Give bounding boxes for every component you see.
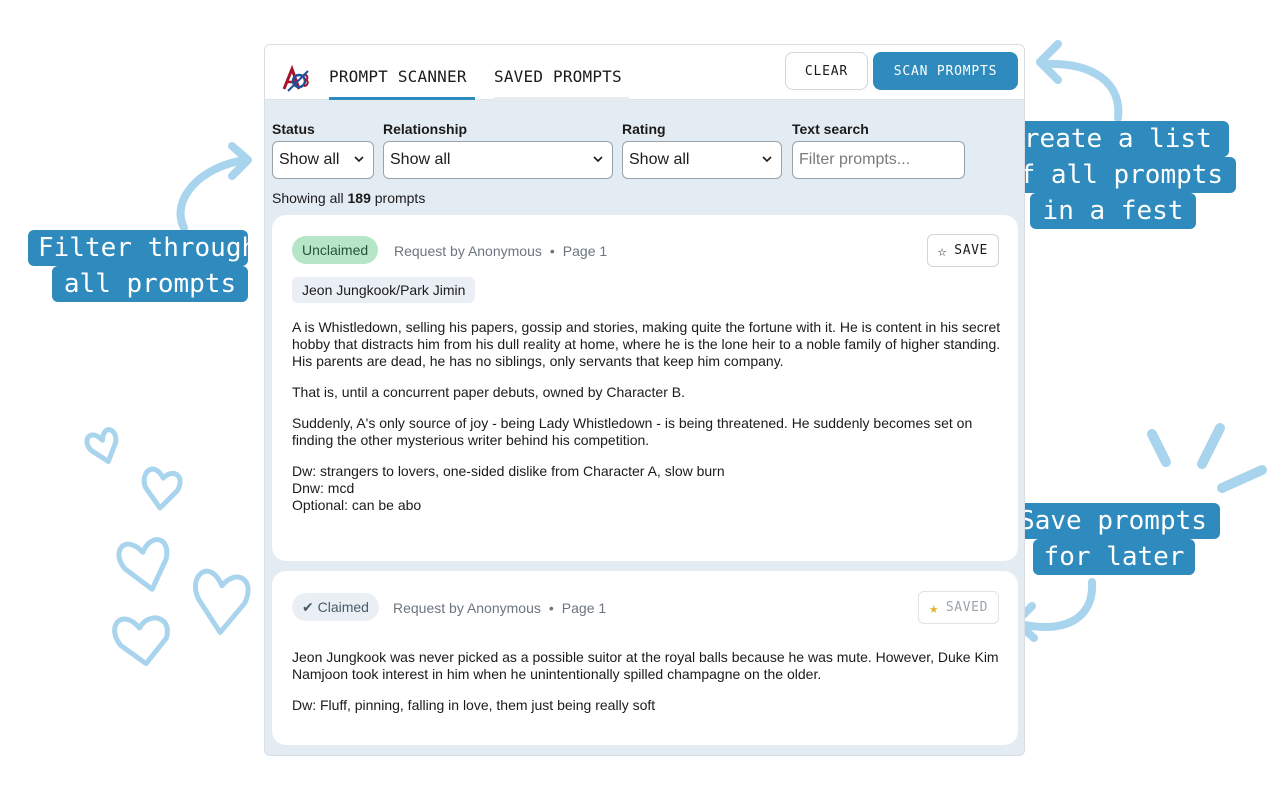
- sparkle-doodle-icon: [1197, 423, 1225, 469]
- save-label: SAVED: [945, 600, 988, 615]
- ao3-logo: [282, 65, 309, 92]
- callout-filter: all prompts: [52, 266, 248, 302]
- count-suffix: prompts: [374, 190, 426, 206]
- top-bar: PROMPT SCANNER SAVED PROMPTS CLEAR SCAN …: [265, 45, 1024, 100]
- relationship-select-value: Show all: [390, 151, 451, 168]
- prompt-paragraph: A is Whistledown, selling his papers, go…: [292, 319, 1001, 369]
- rating-select-value: Show all: [629, 151, 690, 168]
- chevron-down-icon: [762, 156, 772, 163]
- count-prefix: Showing all: [272, 190, 344, 206]
- callout-line: Create a list: [1008, 124, 1212, 154]
- prompt-card: ✔ Claimed Request by Anonymous • Page 1 ★ …: [272, 571, 1018, 745]
- separator-dot: •: [548, 600, 554, 616]
- chevron-down-icon: [593, 156, 603, 163]
- relationship-filter-label: Relationship: [383, 121, 468, 137]
- callout-create: in a fest: [1030, 193, 1196, 229]
- chevron-down-icon: [354, 156, 364, 163]
- relationship-select[interactable]: Show all: [383, 141, 613, 179]
- status-badge: ✔ Claimed: [292, 593, 379, 621]
- scan-prompts-button[interactable]: SCAN PROMPTS: [873, 52, 1018, 90]
- callout-save: for later: [1033, 539, 1195, 575]
- extension-panel: PROMPT SCANNER SAVED PROMPTS CLEAR SCAN …: [264, 44, 1025, 756]
- page-ref: Page 1: [562, 243, 608, 259]
- prompt-paragraph: Jeon Jungkook was never picked as a poss…: [292, 649, 999, 682]
- separator-dot: •: [549, 243, 555, 259]
- page-ref: Page 1: [561, 600, 607, 616]
- callout-line: of all prompts: [1003, 160, 1224, 190]
- count-number: 189: [347, 190, 371, 206]
- requester: Request by Anonymous: [393, 600, 541, 616]
- text-search-input[interactable]: [792, 141, 965, 179]
- heart-doodle-icon: [192, 568, 251, 635]
- rating-filter-label: Rating: [622, 121, 666, 137]
- callout-save: Save prompts: [1006, 503, 1220, 539]
- status-select-value: Show all: [279, 151, 340, 168]
- save-button[interactable]: ☆ SAVE: [926, 234, 999, 267]
- heart-doodle-icon: [141, 466, 183, 511]
- callout-line: for later: [1043, 542, 1185, 572]
- curved-arrow-icon: [176, 156, 250, 232]
- heart-doodle-icon: [116, 537, 170, 592]
- callout-filter: Filter through: [28, 230, 258, 266]
- prompt-body: Jeon Jungkook was never picked as a poss…: [292, 649, 1004, 728]
- curved-arrow-icon: [1040, 59, 1123, 122]
- prompt-meta: Request by Anonymous • Page 1: [393, 600, 606, 616]
- arrow-head-icon: [228, 142, 252, 180]
- callout-create: Create a list: [991, 121, 1229, 157]
- curved-arrow-icon: [1016, 578, 1097, 631]
- prompt-paragraph: That is, until a concurrent paper debuts…: [292, 384, 685, 400]
- rating-select[interactable]: Show all: [622, 141, 782, 179]
- prompt-paragraph: Suddenly, A's only source of joy - being…: [292, 415, 973, 448]
- heart-doodle-icon: [84, 427, 119, 464]
- status-badge: Unclaimed: [292, 236, 379, 264]
- prompt-meta: Request by Anonymous • Page 1: [394, 243, 607, 259]
- callout-line: Save prompts: [1019, 506, 1207, 536]
- star-filled-icon: ★: [929, 598, 939, 617]
- tab-prompt-scanner[interactable]: PROMPT SCANNER: [329, 67, 475, 100]
- callout-line: all prompts: [63, 269, 237, 299]
- status-filter-label: Status: [272, 121, 315, 137]
- text-search-label: Text search: [792, 121, 869, 137]
- status-select[interactable]: Show all: [272, 141, 374, 179]
- relationship-tag: Jeon Jungkook/Park Jimin: [292, 277, 476, 303]
- prompt-count: Showing all 189 prompts: [272, 190, 425, 206]
- prompt-body: A is Whistledown, selling his papers, go…: [292, 319, 1004, 528]
- tab-saved-prompts[interactable]: SAVED PROMPTS: [494, 67, 629, 100]
- callout-line: in a fest: [1042, 196, 1184, 226]
- clear-button[interactable]: CLEAR: [785, 52, 868, 90]
- sparkle-doodle-icon: [1147, 429, 1171, 467]
- callout-create: of all prompts: [991, 157, 1236, 193]
- callout-line: Filter through: [38, 233, 258, 263]
- heart-doodle-icon: [112, 615, 170, 667]
- sparkle-doodle-icon: [1217, 465, 1267, 493]
- prompt-paragraph: Dw: Fluff, pinning, falling in love, the…: [292, 697, 656, 713]
- saved-button[interactable]: ★ SAVED: [918, 591, 999, 624]
- prompt-card: Unclaimed Request by Anonymous • Page 1 ☆ …: [272, 215, 1018, 561]
- prompt-paragraph: Dw: strangers to lovers, one-sided disli…: [292, 463, 725, 513]
- arrow-head-icon: [1036, 40, 1062, 84]
- save-label: SAVE: [954, 243, 988, 258]
- requester: Request by Anonymous: [394, 243, 542, 259]
- star-outline-icon: ☆: [937, 241, 948, 260]
